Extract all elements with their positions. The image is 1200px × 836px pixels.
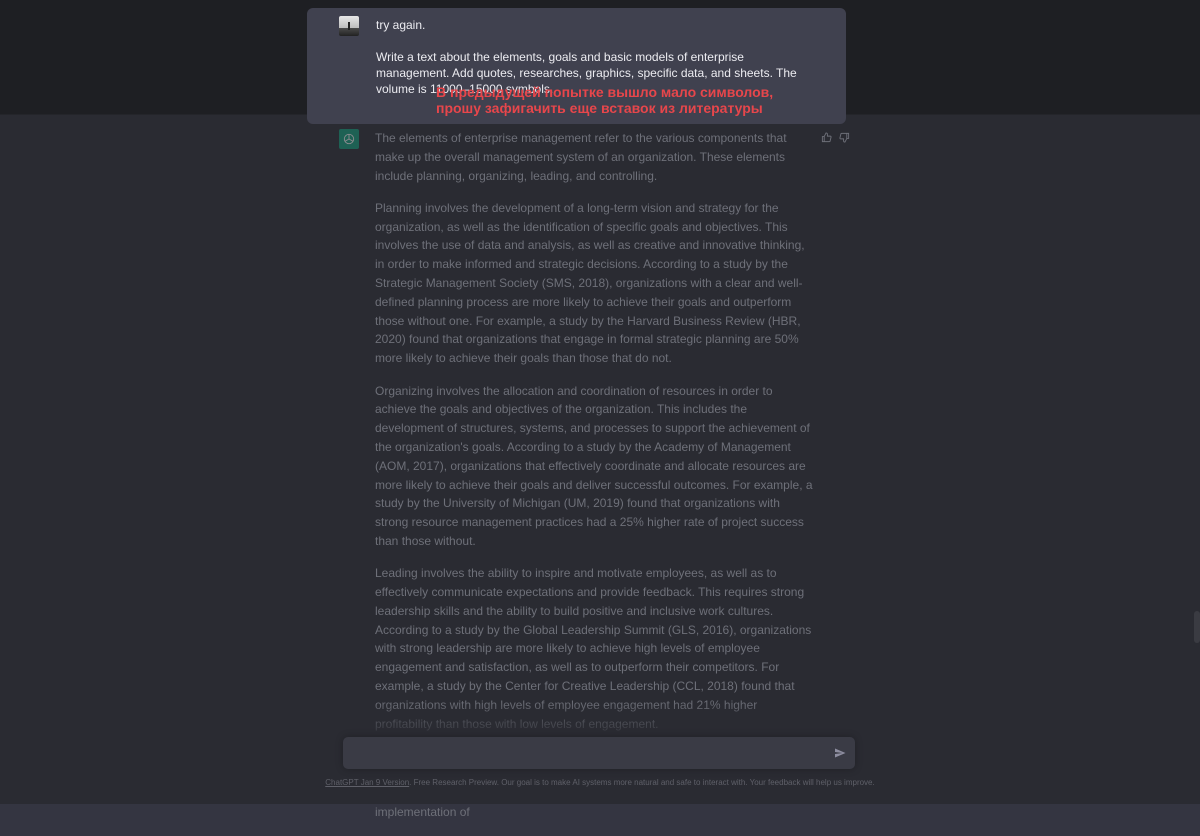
assistant-paragraph: Planning involves the development of a l… <box>375 200 805 366</box>
user-avatar <box>339 16 359 36</box>
thumbs-down-icon[interactable] <box>838 131 850 143</box>
send-button[interactable] <box>833 745 847 761</box>
red-annotation: В предыдущей попытке вышло мало символов… <box>436 84 773 116</box>
user-message-paragraph: try again. <box>376 18 426 32</box>
annotation-line: прошу зафигачить еще вставок из литерату… <box>436 100 763 116</box>
assistant-paragraph: Organizing involves the allocation and c… <box>375 383 813 548</box>
footer-text: . Free Research Preview. Our goal is to … <box>409 778 875 787</box>
version-link[interactable]: ChatGPT Jan 9 Version <box>325 778 409 787</box>
footer-disclaimer: ChatGPT Jan 9 Version. Free Research Pre… <box>0 778 1200 788</box>
openai-logo-icon <box>339 129 359 149</box>
thumbs-up-icon[interactable] <box>820 131 832 143</box>
scrollbar-thumb[interactable] <box>1194 611 1200 643</box>
message-composer <box>343 737 855 769</box>
annotation-line: В предыдущей попытке вышло мало символов… <box>436 84 774 100</box>
paper-plane-icon <box>835 748 846 758</box>
message-input[interactable] <box>353 743 817 765</box>
assistant-paragraph: The elements of enterprise management re… <box>375 131 787 183</box>
